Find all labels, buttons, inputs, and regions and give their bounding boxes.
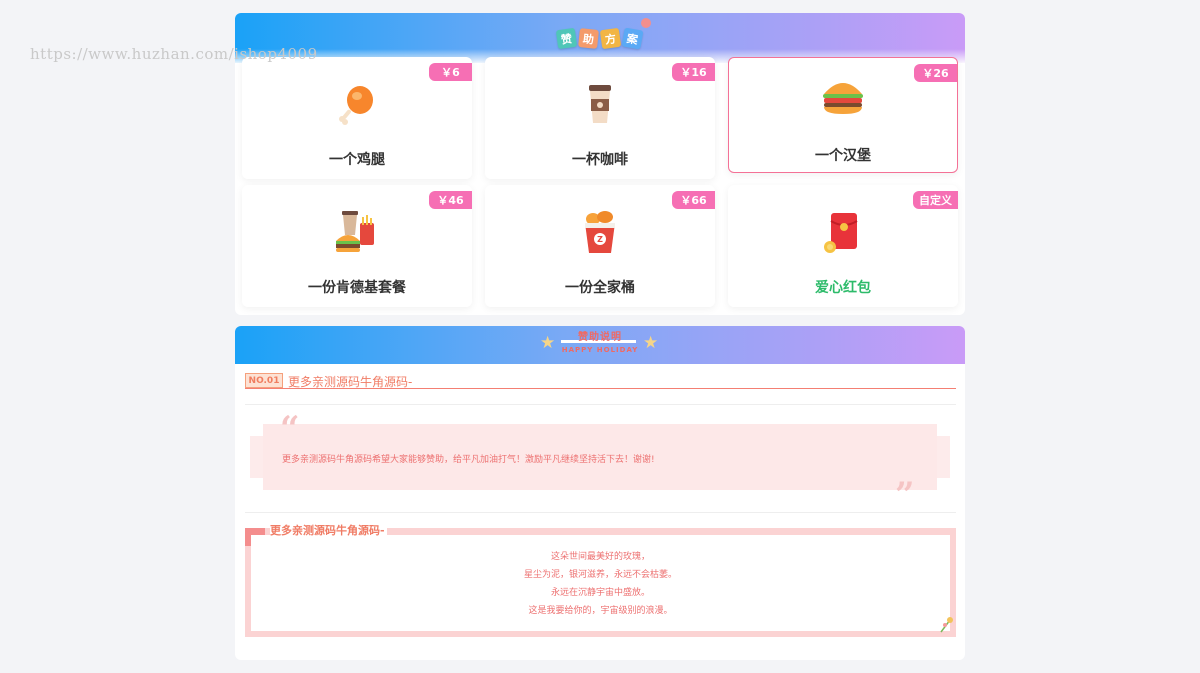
sponsor-card-burger[interactable]: ￥26 一个汉堡 — [728, 57, 958, 173]
svg-text:Z: Z — [597, 235, 603, 244]
card-name: 一个鸡腿 — [329, 152, 385, 168]
title-char: 案 — [621, 27, 644, 50]
section-number-badge: NO.01 — [245, 373, 283, 388]
sponsor-title: 赞 助 方 案 — [555, 27, 644, 50]
price-badge: ￥66 — [672, 191, 715, 209]
poem-line: 这是我要给你的，宇宙级别的浪漫。 — [528, 606, 673, 616]
card-name: 一杯咖啡 — [572, 152, 628, 168]
title-char: 方 — [599, 27, 622, 50]
divider — [245, 404, 956, 405]
poem-title: 更多亲测源码牛角源码- — [270, 522, 387, 538]
section-number-text: 更多亲测源码牛角源码- — [288, 375, 413, 389]
card-name: 一个汉堡 — [815, 148, 871, 164]
close-quote-icon: ” — [895, 475, 915, 515]
chicken-leg-icon — [339, 86, 373, 125]
poem-line: 这朵世间最美好的玫瑰， — [550, 552, 650, 562]
notes-panel: ★ ★ 赞助说明 HAPPY HOLIDAY NO.01 更多亲测源码牛角源码-… — [235, 326, 965, 660]
card-name: 爱心红包 — [815, 280, 871, 296]
sponsor-card-red-envelope[interactable]: 自定义 爱心红包 — [728, 185, 958, 307]
burger-icon — [823, 83, 863, 114]
coffee-cup-icon — [589, 85, 611, 123]
poem-lines: 这朵世间最美好的玫瑰， 星尘为泥，银河滋养，永远不会枯萎。 永远在沉静宇宙中盛放… — [251, 548, 950, 620]
watermark-text: https://www.huzhan.com/ishop4009 — [30, 45, 318, 63]
notes-heading: 赞助说明 HAPPY HOLIDAY — [235, 328, 965, 354]
price-badge: 自定义 — [913, 191, 958, 209]
poem-line: 永远在沉静宇宙中盛放。 — [550, 588, 650, 598]
price-badge: ￥16 — [672, 63, 715, 81]
flower-decoration-icon — [940, 617, 953, 633]
section-number-row: NO.01 更多亲测源码牛角源码- — [245, 373, 956, 389]
poem-line: 星尘为泥，银河滋养，永远不会枯萎。 — [523, 570, 677, 580]
price-badge: ￥6 — [429, 63, 472, 81]
card-name: 一份全家桶 — [565, 280, 635, 296]
notes-heading-title: 赞助说明 — [578, 332, 622, 343]
sponsor-card-coffee[interactable]: ￥16 一杯咖啡 — [485, 57, 715, 179]
card-name: 一份肯德基套餐 — [308, 280, 406, 296]
price-badge: ￥26 — [914, 64, 957, 82]
title-char: 助 — [578, 28, 599, 49]
sponsor-card-combo[interactable]: ￥46 一份肯德基套餐 — [242, 185, 472, 307]
title-char: 赞 — [555, 27, 578, 50]
sponsor-panel: 赞 助 方 案 ￥6 一个鸡腿 ￥16 一杯咖啡 ￥26 一个汉堡 ￥46 一份… — [235, 13, 965, 315]
notes-heading-subtitle: HAPPY HOLIDAY — [561, 346, 639, 354]
combo-meal-icon — [336, 211, 374, 252]
open-quote-icon: “ — [280, 409, 300, 449]
flower-icon — [641, 18, 651, 28]
quote-text: 更多亲测源码牛角源码希望大家能够赞助，给平凡加油打气！激励平凡继续坚持活下去！谢… — [282, 455, 655, 465]
sponsor-card-bucket[interactable]: ￥66 Z 一份全家桶 — [485, 185, 715, 307]
bucket-icon: Z — [585, 211, 615, 253]
sponsor-card-chicken[interactable]: ￥6 一个鸡腿 — [242, 57, 472, 179]
divider — [245, 512, 956, 513]
red-envelope-icon — [824, 213, 858, 253]
price-badge: ￥46 — [429, 191, 472, 209]
